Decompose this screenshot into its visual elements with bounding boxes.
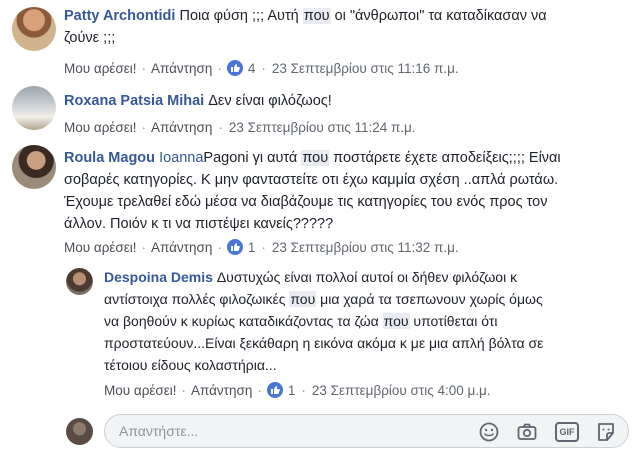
comment-author[interactable]: Patty Archontidi <box>64 8 175 24</box>
gif-icon[interactable]: GIF <box>555 422 579 442</box>
reply-button[interactable]: Απάντηση <box>191 383 252 398</box>
comment-text: Δεν είναι φιλόζωος! <box>208 93 332 109</box>
camera-icon[interactable] <box>516 421 538 443</box>
timestamp[interactable]: 23 Σεπτεμβρίου στις 4:00 μ.μ. <box>312 383 491 398</box>
like-count[interactable]: 1 <box>248 240 256 255</box>
reply-1-body: Despoina Demis Δυστυχώς είναι πολλοί αυτ… <box>104 266 634 376</box>
comment-author[interactable]: Despoina Demis <box>104 269 213 285</box>
avatar-roula-magou[interactable] <box>12 145 56 189</box>
reply-button[interactable]: Απάντηση <box>151 240 212 255</box>
highlighted-word: που <box>302 8 331 24</box>
comment-author[interactable]: Roxana Patsia Mihai <box>64 93 204 109</box>
comment-text: να βοηθούν κ κυρίως καταδικάζοντας τα ζώ… <box>104 313 383 329</box>
avatar-patty-archontidi[interactable] <box>12 7 56 51</box>
comment-text: Pagoni γι αυτά <box>203 150 302 166</box>
avatar-roxana-patsia-mihai[interactable] <box>12 86 56 130</box>
like-button[interactable]: Μου αρέσει! <box>64 120 137 135</box>
like-button[interactable]: Μου αρέσει! <box>64 240 137 255</box>
comment-text: ζούνε ;;; <box>64 30 116 46</box>
thumbs-up-icon[interactable] <box>226 239 243 255</box>
comment-text: σοβαρές κατηγορίες. Κ μην φανταστείτε οτ… <box>64 172 559 188</box>
comment-1-body: Patty Archontidi Ποια φύση ;;; Αυτή που … <box>64 5 634 49</box>
reply-button[interactable]: Απάντηση <box>151 120 212 135</box>
comment-3-actions: Μου αρέσει! · Απάντηση · 1 · 23 Σεπτεμβρ… <box>64 239 459 255</box>
highlighted-word: που <box>382 313 410 329</box>
highlighted-word: που <box>289 291 317 307</box>
thumbs-up-icon[interactable] <box>266 382 283 398</box>
comment-2-body: Roxana Patsia Mihai Δεν είναι φιλόζωος! <box>64 90 634 112</box>
comment-author[interactable]: Roula Magou <box>64 150 155 166</box>
like-button[interactable]: Μου αρέσει! <box>64 61 137 76</box>
highlighted-word: που <box>301 150 330 166</box>
reply-1-actions: Μου αρέσει! · Απάντηση · 1 · 23 Σεπτεμβρ… <box>104 382 491 398</box>
comment-text: Έχουμε τρελαθεί εδώ μέσα να διαβάζουμε τ… <box>64 194 548 210</box>
like-count[interactable]: 4 <box>248 61 256 76</box>
sticker-icon[interactable] <box>595 421 617 443</box>
avatar-despoina-demis[interactable] <box>66 268 93 295</box>
timestamp[interactable]: 23 Σεπτεμβρίου στις 11:32 π.μ. <box>272 240 459 255</box>
comment-text: υποτίθεται ότι <box>409 313 498 329</box>
emoji-icon[interactable] <box>478 421 500 443</box>
comment-text: αντίστοιχα πολλές φιλοζωικές <box>104 291 290 307</box>
current-user-avatar <box>66 418 93 445</box>
like-count[interactable]: 1 <box>288 383 296 398</box>
mention-link[interactable]: Ioanna <box>159 150 203 166</box>
comment-text: οι "άνθρωποι" τα καταδίκασαν να <box>330 8 547 24</box>
comment-text: ποστάρετε έχετε αποδείξεις;;;; Είναι <box>329 150 561 166</box>
like-button[interactable]: Μου αρέσει! <box>104 383 177 398</box>
timestamp[interactable]: 23 Σεπτεμβρίου στις 11:24 π.μ. <box>229 120 416 135</box>
comment-text: άλλον. Ποιόν κ τι να πιστέψει κανείς????… <box>64 216 334 232</box>
comment-text: τέτοιου είδους κολαστήρια... <box>104 357 277 373</box>
comment-text: Δυστυχώς είναι πολλοί αυτοί οι δήθεν φιλ… <box>216 269 518 285</box>
comment-1-actions: Μου αρέσει! · Απάντηση · 4 · 23 Σεπτεμβρ… <box>64 60 459 76</box>
comment-text: προστατεύουν...Είναι ξεκάθαρη η εικόνα α… <box>104 335 544 351</box>
reply-input[interactable] <box>119 423 319 439</box>
thumbs-up-icon[interactable] <box>226 60 243 76</box>
reply-button[interactable]: Απάντηση <box>151 61 212 76</box>
comment-text: Ποια φύση ;;; Αυτή <box>179 8 303 24</box>
comment-text: μια χαρά τα τσεπωνουν χωρίς όμως <box>316 291 543 307</box>
timestamp[interactable]: 23 Σεπτεμβρίου στις 11:16 π.μ. <box>272 61 459 76</box>
reply-composer[interactable]: GIF <box>104 414 629 448</box>
comment-2-actions: Μου αρέσει! · Απάντηση · 23 Σεπτεμβρίου … <box>64 119 416 135</box>
comment-3-body: Roula Magou IoannaPagoni γι αυτά που ποσ… <box>64 147 634 235</box>
